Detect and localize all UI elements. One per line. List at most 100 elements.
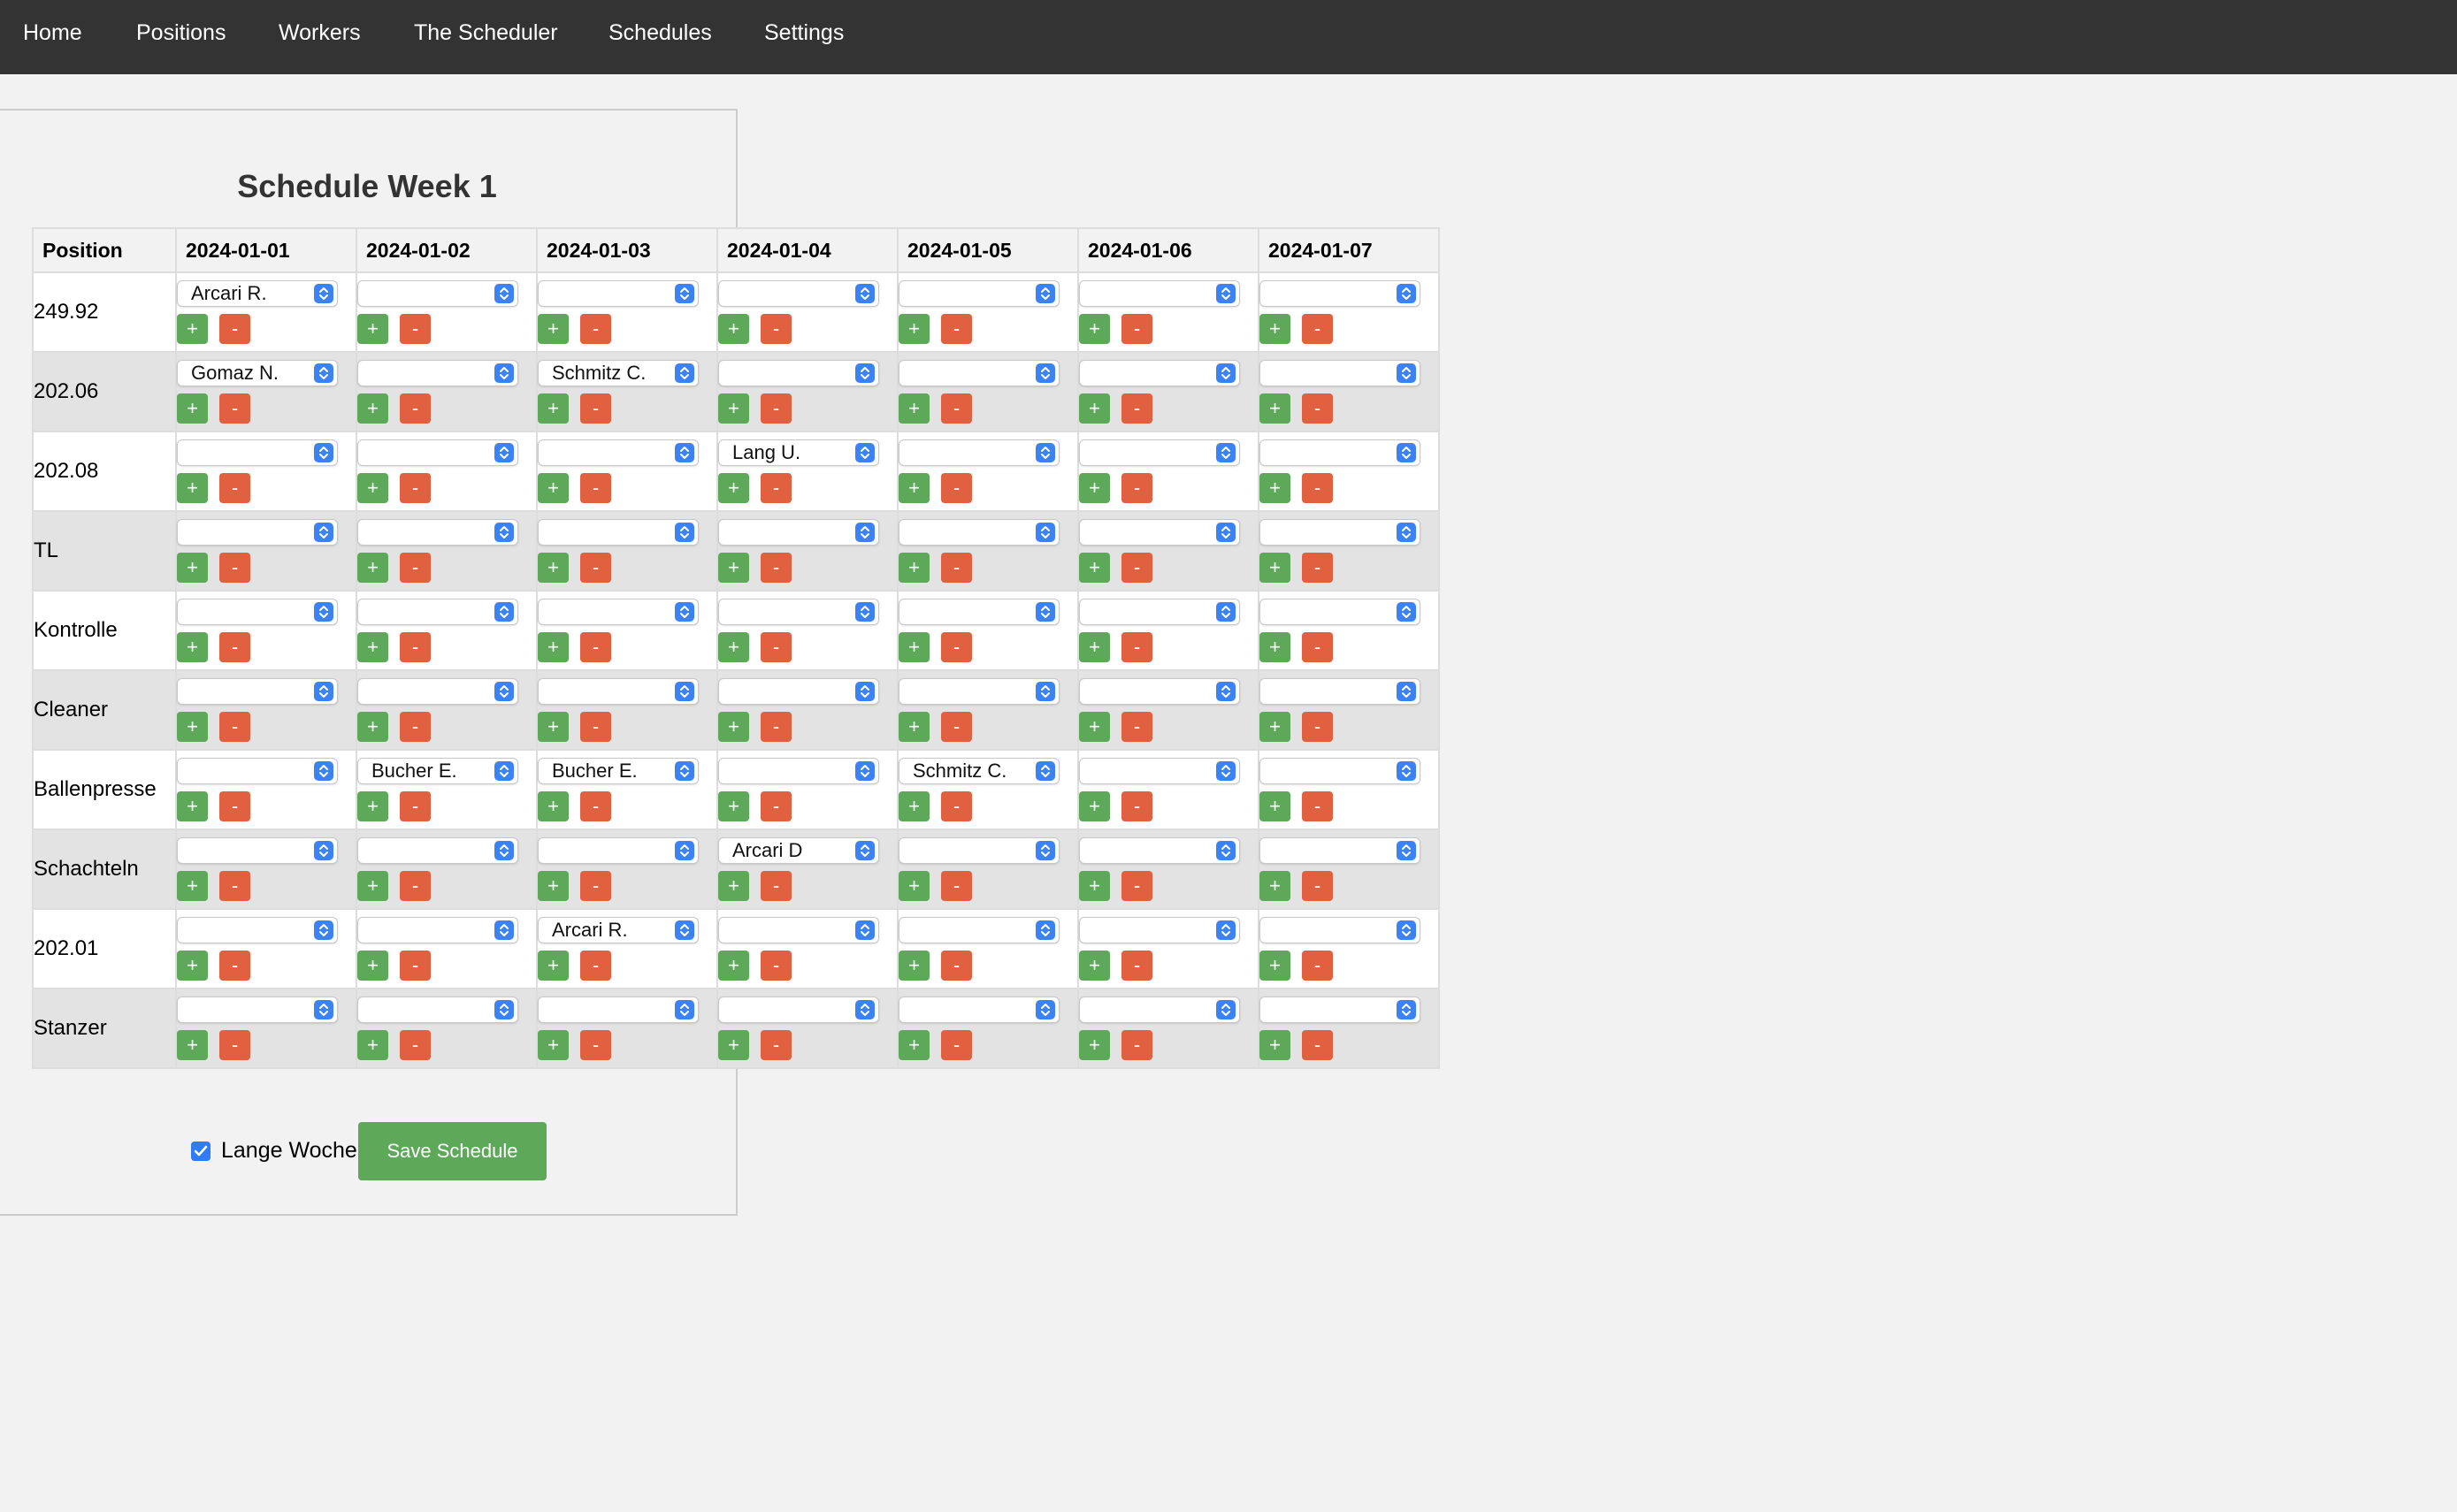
nav-item-the-scheduler[interactable]: The Scheduler [414, 0, 558, 65]
worker-select[interactable] [1259, 997, 1420, 1023]
worker-select[interactable] [177, 599, 338, 625]
worker-select[interactable] [1079, 599, 1240, 625]
add-worker-button[interactable]: + [899, 314, 930, 344]
remove-worker-button[interactable]: - [761, 1030, 792, 1060]
worker-select[interactable] [357, 599, 518, 625]
remove-worker-button[interactable]: - [219, 632, 250, 662]
add-worker-button[interactable]: + [1079, 951, 1110, 981]
add-worker-button[interactable]: + [1079, 712, 1110, 742]
remove-worker-button[interactable]: - [1121, 553, 1152, 583]
remove-worker-button[interactable]: - [400, 791, 431, 821]
worker-select[interactable] [1079, 280, 1240, 307]
add-worker-button[interactable]: + [177, 393, 208, 424]
remove-worker-button[interactable]: - [1302, 314, 1333, 344]
add-worker-button[interactable]: + [538, 871, 569, 901]
add-worker-button[interactable]: + [899, 871, 930, 901]
worker-select[interactable]: Lang U. [718, 439, 879, 466]
remove-worker-button[interactable]: - [580, 712, 611, 742]
worker-select[interactable]: Schmitz C. [899, 758, 1060, 784]
worker-select[interactable] [899, 678, 1060, 705]
worker-select[interactable] [1079, 519, 1240, 546]
add-worker-button[interactable]: + [357, 393, 388, 424]
add-worker-button[interactable]: + [538, 791, 569, 821]
remove-worker-button[interactable]: - [1121, 712, 1152, 742]
worker-select[interactable] [177, 678, 338, 705]
worker-select[interactable] [1079, 917, 1240, 943]
add-worker-button[interactable]: + [1079, 791, 1110, 821]
add-worker-button[interactable]: + [357, 314, 388, 344]
worker-select[interactable] [357, 997, 518, 1023]
add-worker-button[interactable]: + [1259, 791, 1290, 821]
worker-select[interactable] [538, 280, 699, 307]
add-worker-button[interactable]: + [718, 951, 749, 981]
add-worker-button[interactable]: + [357, 951, 388, 981]
remove-worker-button[interactable]: - [1302, 1030, 1333, 1060]
worker-select[interactable] [177, 519, 338, 546]
add-worker-button[interactable]: + [718, 632, 749, 662]
save-schedule-button[interactable]: Save Schedule [358, 1122, 547, 1180]
add-worker-button[interactable]: + [1079, 871, 1110, 901]
add-worker-button[interactable]: + [1079, 632, 1110, 662]
add-worker-button[interactable]: + [899, 473, 930, 503]
remove-worker-button[interactable]: - [941, 553, 972, 583]
add-worker-button[interactable]: + [1079, 473, 1110, 503]
worker-select[interactable]: Schmitz C. [538, 360, 699, 386]
add-worker-button[interactable]: + [177, 314, 208, 344]
worker-select[interactable] [718, 678, 879, 705]
add-worker-button[interactable]: + [357, 871, 388, 901]
worker-select[interactable] [1079, 360, 1240, 386]
add-worker-button[interactable]: + [718, 473, 749, 503]
remove-worker-button[interactable]: - [219, 553, 250, 583]
remove-worker-button[interactable]: - [941, 1030, 972, 1060]
remove-worker-button[interactable]: - [1302, 632, 1333, 662]
add-worker-button[interactable]: + [1079, 314, 1110, 344]
remove-worker-button[interactable]: - [1302, 951, 1333, 981]
nav-item-workers[interactable]: Workers [279, 0, 361, 65]
add-worker-button[interactable]: + [357, 1030, 388, 1060]
remove-worker-button[interactable]: - [761, 393, 792, 424]
remove-worker-button[interactable]: - [1121, 871, 1152, 901]
add-worker-button[interactable]: + [899, 951, 930, 981]
remove-worker-button[interactable]: - [1302, 791, 1333, 821]
remove-worker-button[interactable]: - [1121, 1030, 1152, 1060]
add-worker-button[interactable]: + [1259, 1030, 1290, 1060]
remove-worker-button[interactable]: - [1302, 712, 1333, 742]
worker-select[interactable]: Bucher E. [357, 758, 518, 784]
remove-worker-button[interactable]: - [1121, 632, 1152, 662]
remove-worker-button[interactable]: - [580, 393, 611, 424]
remove-worker-button[interactable]: - [400, 473, 431, 503]
worker-select[interactable] [899, 360, 1060, 386]
remove-worker-button[interactable]: - [941, 712, 972, 742]
add-worker-button[interactable]: + [718, 871, 749, 901]
add-worker-button[interactable]: + [538, 314, 569, 344]
worker-select[interactable] [899, 519, 1060, 546]
worker-select[interactable] [177, 917, 338, 943]
worker-select[interactable] [718, 519, 879, 546]
remove-worker-button[interactable]: - [1121, 393, 1152, 424]
remove-worker-button[interactable]: - [1302, 871, 1333, 901]
remove-worker-button[interactable]: - [580, 314, 611, 344]
add-worker-button[interactable]: + [357, 632, 388, 662]
worker-select[interactable] [1079, 997, 1240, 1023]
remove-worker-button[interactable]: - [219, 951, 250, 981]
remove-worker-button[interactable]: - [219, 712, 250, 742]
worker-select[interactable] [718, 917, 879, 943]
add-worker-button[interactable]: + [538, 393, 569, 424]
remove-worker-button[interactable]: - [761, 951, 792, 981]
nav-item-schedules[interactable]: Schedules [609, 0, 712, 65]
add-worker-button[interactable]: + [538, 951, 569, 981]
add-worker-button[interactable]: + [1079, 393, 1110, 424]
remove-worker-button[interactable]: - [761, 314, 792, 344]
remove-worker-button[interactable]: - [761, 632, 792, 662]
add-worker-button[interactable]: + [1259, 473, 1290, 503]
remove-worker-button[interactable]: - [1121, 951, 1152, 981]
add-worker-button[interactable]: + [177, 712, 208, 742]
remove-worker-button[interactable]: - [580, 1030, 611, 1060]
add-worker-button[interactable]: + [1259, 951, 1290, 981]
worker-select[interactable]: Arcari R. [538, 917, 699, 943]
add-worker-button[interactable]: + [538, 473, 569, 503]
worker-select[interactable] [1259, 599, 1420, 625]
worker-select[interactable] [1079, 758, 1240, 784]
add-worker-button[interactable]: + [899, 553, 930, 583]
remove-worker-button[interactable]: - [1121, 314, 1152, 344]
